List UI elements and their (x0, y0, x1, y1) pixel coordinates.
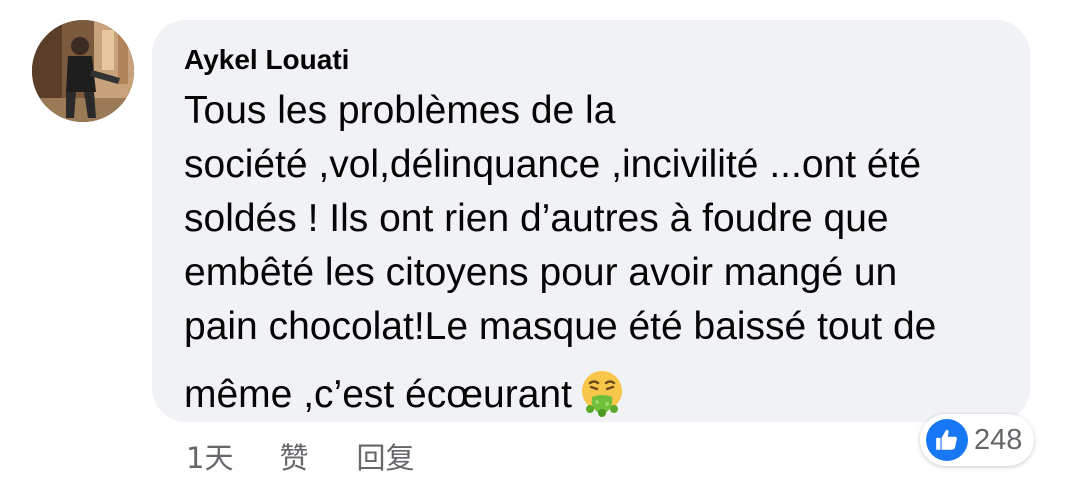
comment-line: soldés ! Ils ont rien d’autres à foudre … (184, 197, 889, 240)
reaction-count: 248 (974, 423, 1023, 456)
reaction-summary[interactable]: 248 (920, 414, 1035, 466)
comment-timestamp[interactable]: 1天 (186, 435, 233, 477)
comment-line: pain chocolat!Le masque été baissé tout … (184, 305, 937, 348)
reply-button[interactable]: 回复 (356, 435, 414, 477)
avatar[interactable] (32, 20, 134, 122)
comment-bubble: Aykel Louati Tous les problèmes de la so… (152, 20, 1030, 422)
comment-line: embêté les citoyens pour avoir mangé un (184, 251, 898, 294)
author-name[interactable]: Aykel Louati (184, 44, 349, 76)
comment-last-line: même ,c’est écœurant (184, 368, 1014, 422)
thumbs-up-icon (926, 419, 968, 461)
comment-text: Tous les problèmes de la société ,vol,dé… (184, 84, 1014, 422)
comment-line: Tous les problèmes de la (184, 89, 616, 132)
comment-line: société ,vol,délinquance ,incivilité ...… (184, 143, 922, 186)
vomiting-face-icon (578, 369, 626, 417)
comment-line: même ,c’est écœurant (184, 373, 572, 416)
like-button[interactable]: 赞 (279, 435, 308, 477)
comment-actions: 1天 赞 回复 (186, 434, 414, 478)
